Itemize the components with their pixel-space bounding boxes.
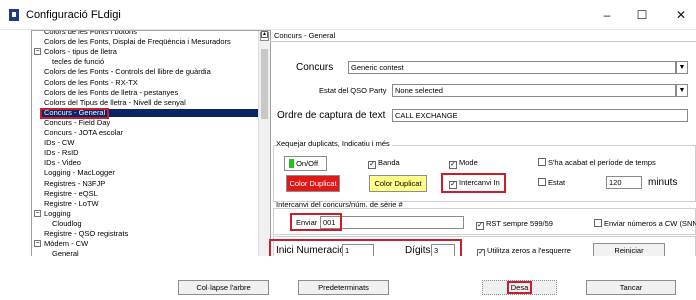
tree-item[interactable]: Colors de les Fonts, Displai de Freqüènc… <box>44 38 231 46</box>
enviar-label: Enviar <box>296 218 318 227</box>
title-bar: Configuració FLdigi – ☐ ✕ <box>0 0 696 30</box>
footer-bar: Col·lapse l'arbre Predeterminats Desa Ta… <box>0 256 696 300</box>
rst-label: RST sempre 599/59 <box>486 219 553 228</box>
enviar-input[interactable]: 001 <box>320 216 464 229</box>
dup-group-title: Xequejar duplicats, Indicatiu i més <box>276 139 392 148</box>
send-cw-checkbox[interactable]: Enviar números a CW (SNN) <box>594 219 696 229</box>
estat-label: Estat <box>548 178 566 187</box>
tree-toggle-icon[interactable]: − <box>34 240 41 248</box>
tree-item[interactable]: IDs - Video <box>44 159 81 167</box>
tree-item[interactable]: tecles de funció <box>52 58 104 66</box>
tree-item[interactable]: Colors de les Fonts - RX-TX <box>44 78 138 87</box>
window-title: Configuració FLdigi <box>26 9 121 21</box>
defaults-button[interactable]: Predeterminats <box>298 280 389 295</box>
tree-item[interactable]: IDs - RsID <box>44 149 79 157</box>
zeros-label: Utilitza zeros a l'esquerre <box>487 246 571 255</box>
minimize-button[interactable]: – <box>592 6 622 24</box>
tree-item[interactable]: Colors de les Fonts de lletra - pestanye… <box>44 88 178 97</box>
tree-item[interactable]: Logging - MacLogger <box>44 169 115 177</box>
color-duplicat-yellow-button[interactable]: Color Duplicat <box>369 175 427 192</box>
tree-item[interactable]: Cloudlog <box>52 219 82 228</box>
onoff-indicator <box>289 159 294 168</box>
tree-item[interactable]: Concurs - General <box>41 108 259 117</box>
intercanvi-label: Intercanvi In <box>459 178 500 187</box>
period-box <box>538 158 546 166</box>
mode-checkbox[interactable]: ✓ Mode <box>449 158 478 169</box>
tree-item[interactable]: Colors de les Fonts - Controls del llibr… <box>44 68 211 76</box>
scrollbar-thumb[interactable] <box>261 49 268 119</box>
qso-party-dropdown-icon[interactable]: ▼ <box>676 84 688 97</box>
tree-item[interactable]: Colors - tipus de lletra <box>44 48 117 56</box>
concurs-select[interactable]: Generic contest <box>348 61 676 74</box>
group-title-label: Concurs - General <box>274 31 336 40</box>
capture-order-input[interactable]: CALL EXCHANGE <box>392 109 688 122</box>
rst-checkbox[interactable]: ✓ RST sempre 599/59 <box>476 219 553 230</box>
color-duplicat-red-button[interactable]: Color Duplicat <box>286 175 340 192</box>
mode-check-icon: ✓ <box>449 161 457 169</box>
send-cw-label: Enviar números a CW (SNN) <box>604 219 696 228</box>
send-cw-box <box>594 219 602 227</box>
banda-check-icon: ✓ <box>368 161 376 169</box>
tree-item[interactable]: Concurs - JOTA escolar <box>44 129 123 137</box>
tree-item[interactable]: Registre - QSO registrats <box>44 230 128 238</box>
rst-check-icon: ✓ <box>476 222 484 230</box>
tree-scrollbar[interactable]: ▲ ▼ <box>258 31 270 277</box>
group-title: ▲ Concurs - General <box>261 30 696 42</box>
digits-label: Dígits <box>405 245 431 256</box>
tree-item[interactable]: Registre - LoTW <box>44 199 99 208</box>
capture-label: Ordre de captura de text <box>277 110 386 121</box>
period-label: S'ha acabat el període de temps <box>548 158 656 167</box>
estat-checkbox[interactable]: Estat <box>538 178 565 188</box>
intercanvi-checkbox[interactable]: ✓ Intercanvi In <box>449 178 500 189</box>
qso-party-label: Estat del QSO Party <box>319 86 387 95</box>
settings-tree[interactable]: Colors de les Fonts i botons Colors de le… <box>31 30 271 278</box>
tree-item[interactable]: Colors del Tipus de lletra - Nivell de s… <box>44 98 186 107</box>
maximize-button[interactable]: ☐ <box>627 6 657 24</box>
minutes-input[interactable]: 120 <box>606 176 642 189</box>
tree-item[interactable]: Mòdem - CW <box>44 240 88 248</box>
onoff-toggle[interactable]: On/Off <box>284 156 327 171</box>
collapse-arrow-icon[interactable]: ▲ <box>261 31 268 38</box>
tree-item[interactable]: Registres - N3FJP <box>44 179 105 188</box>
cancel-button[interactable]: Tancar <box>586 280 676 295</box>
mode-label: Mode <box>459 158 478 167</box>
period-checkbox[interactable]: S'ha acabat el període de temps <box>538 158 656 168</box>
collapse-tree-button[interactable]: Col·lapse l'arbre <box>178 280 269 295</box>
tree-toggle-icon[interactable]: − <box>34 48 41 56</box>
save-label: Desa <box>506 281 533 294</box>
tree-item[interactable]: Concurs - Field Day <box>44 118 110 127</box>
save-button[interactable]: Desa <box>482 280 557 295</box>
tree-item[interactable]: Logging <box>44 209 71 218</box>
dup-check-group <box>273 145 696 202</box>
estat-box <box>538 178 546 186</box>
qso-party-select[interactable]: None selected <box>392 84 676 97</box>
concurs-label: Concurs <box>296 62 334 73</box>
minutes-label: minuts <box>648 177 678 188</box>
concurs-dropdown-icon[interactable]: ▼ <box>676 61 688 74</box>
tree-toggle-icon[interactable]: − <box>34 209 41 217</box>
intercanvi-check-icon: ✓ <box>449 181 457 189</box>
banda-checkbox[interactable]: ✓ Banda <box>368 158 400 169</box>
banda-label: Banda <box>378 158 400 167</box>
tree-item[interactable]: Colors de les Fonts i botons <box>44 31 137 36</box>
inici-label: Inici Numeració <box>276 245 345 256</box>
tree-item[interactable]: IDs - CW <box>44 139 74 147</box>
close-button[interactable]: ✕ <box>666 6 696 24</box>
app-icon <box>9 9 19 21</box>
tree-item[interactable]: Registre - eQSL <box>44 189 98 198</box>
onoff-label: On/Off <box>296 159 319 168</box>
